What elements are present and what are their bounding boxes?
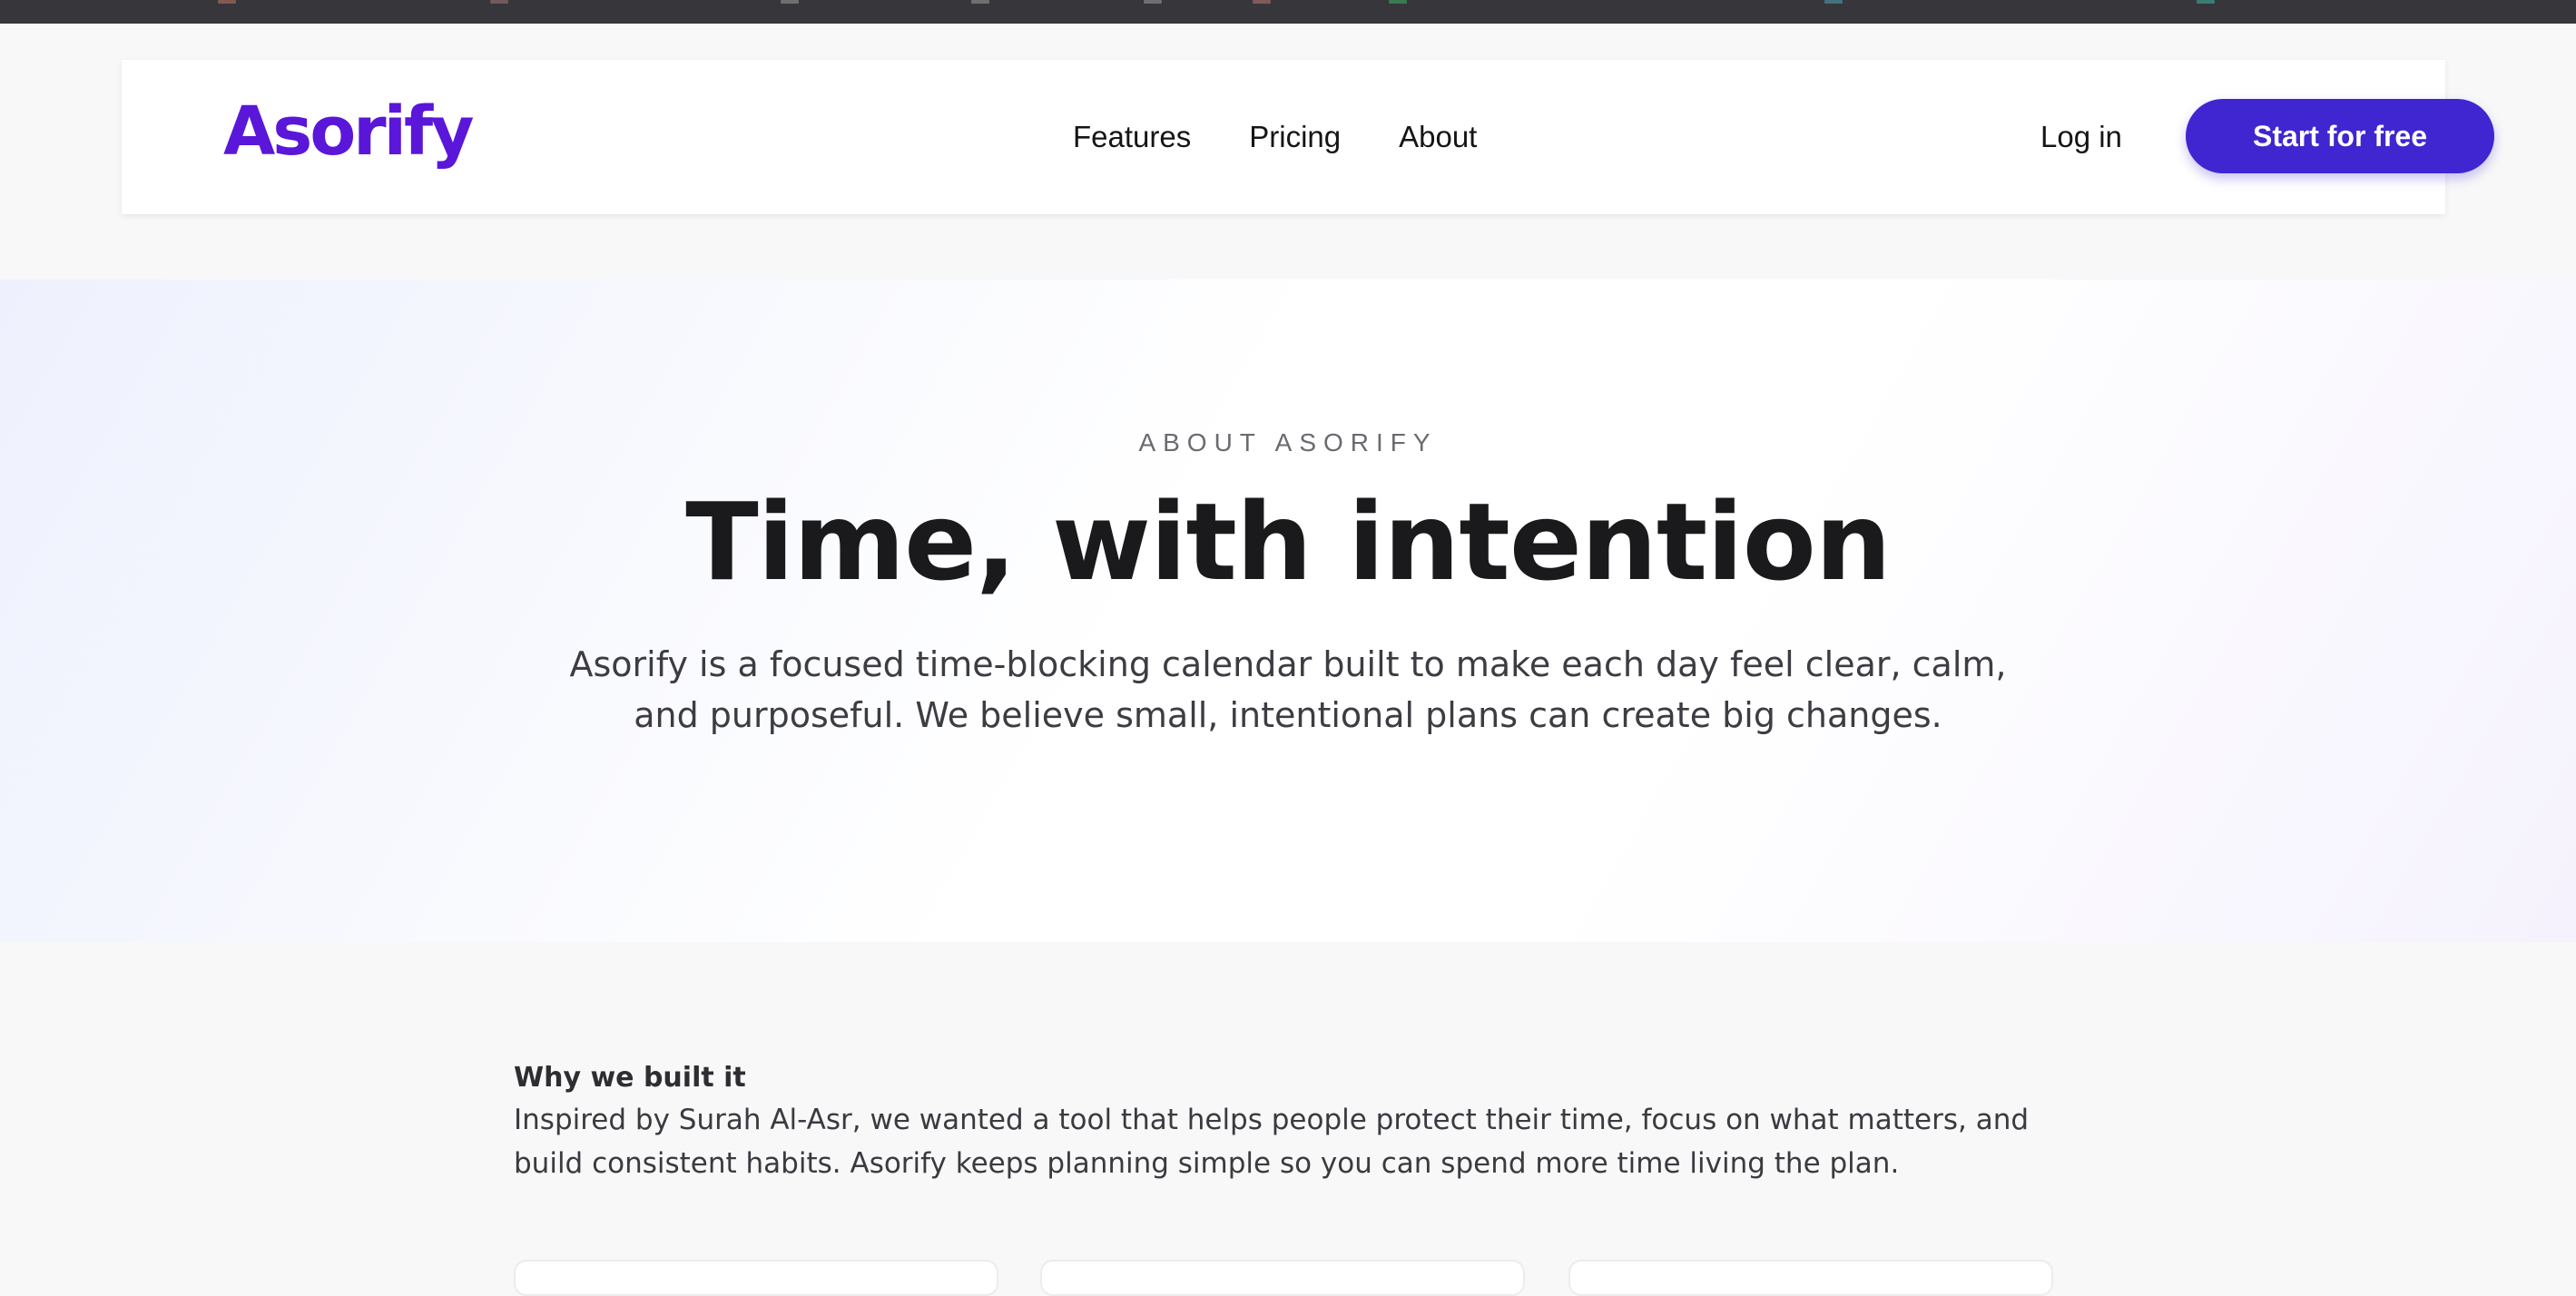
feature-card [1040, 1260, 1525, 1296]
main-nav: Features Pricing About [1073, 60, 1477, 214]
bookmark-icon[interactable] [971, 0, 989, 4]
nav-link-features[interactable]: Features [1073, 120, 1191, 154]
page-title: Time, with intention [685, 479, 1892, 604]
section-heading: Why we built it [514, 1062, 746, 1094]
bookmark-icon[interactable] [1253, 0, 1271, 4]
bookmark-icon[interactable] [1144, 0, 1162, 4]
bookmark-icon[interactable] [218, 0, 236, 4]
feature-cards [514, 1260, 2057, 1296]
section-body: Inspired by Surah Al-Asr, we wanted a to… [514, 1104, 2030, 1180]
login-link[interactable]: Log in [2040, 60, 2122, 214]
feature-card [1568, 1260, 2053, 1296]
bookmark-icon[interactable] [2197, 0, 2215, 4]
start-for-free-button[interactable]: Start for free [2186, 99, 2494, 173]
nav-link-about[interactable]: About [1399, 120, 1477, 154]
nav-link-pricing[interactable]: Pricing [1249, 120, 1341, 154]
feature-card [514, 1260, 998, 1296]
hero-description: Asorify is a focused time-blocking calen… [569, 644, 2007, 735]
bookmark-icon[interactable] [1824, 0, 1843, 4]
brand-logo[interactable]: Asorify [223, 93, 474, 171]
why-section: Why we built it Inspired by Surah Al-Asr… [514, 1058, 2075, 1185]
bookmark-icon[interactable] [1389, 0, 1407, 4]
bookmark-icon[interactable] [781, 0, 799, 4]
hero-section: ABOUT ASORIFY Time, with intention Asori… [0, 280, 2576, 942]
bookmark-icon[interactable] [490, 0, 508, 4]
browser-bookmarks-bar [0, 0, 2576, 24]
site-header: Asorify Features Pricing About Log in St… [122, 60, 2494, 214]
hero-eyebrow: ABOUT ASORIFY [1138, 428, 1438, 457]
